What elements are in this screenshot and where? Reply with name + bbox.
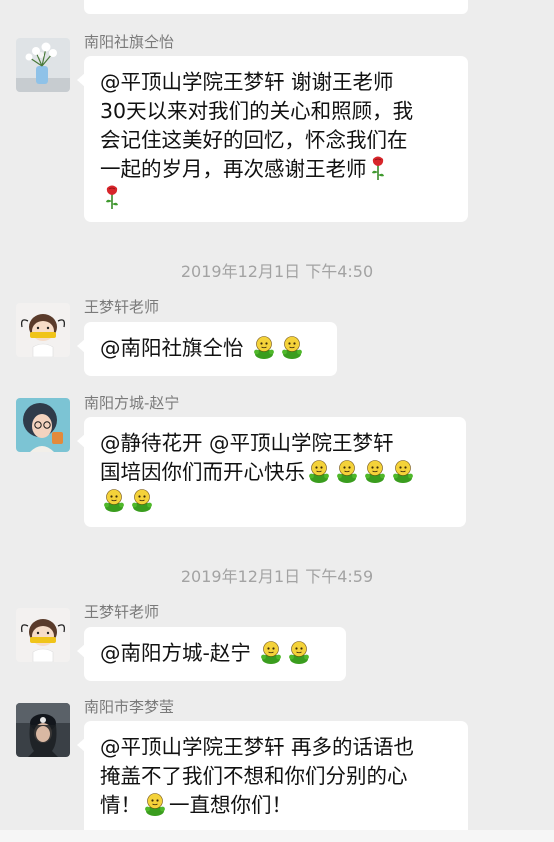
avatar-wang-mengxuan[interactable] bbox=[16, 608, 70, 662]
green-doll-emoji-icon bbox=[281, 335, 303, 359]
message-text-line: 掩盖不了我们不想和你们分别的心 bbox=[100, 764, 408, 788]
flower-vase-avatar-icon bbox=[16, 38, 70, 92]
previous-message-bubble-edge bbox=[84, 0, 468, 14]
sender-name: 王梦轩老师 bbox=[84, 298, 160, 316]
avatar-sheqi-tongyi[interactable] bbox=[16, 38, 70, 92]
green-doll-emoji-icon bbox=[364, 459, 386, 483]
avatar-fangcheng-zhaoning[interactable] bbox=[16, 398, 70, 452]
timestamp: 2019年12月1日 下午4:59 bbox=[180, 567, 374, 586]
photo-person-cap-avatar-icon bbox=[16, 703, 70, 757]
sender-name: 南阳方城-赵宁 bbox=[84, 394, 180, 412]
message-bubble[interactable]: @静待花开 @平顶山学院王梦轩 国培因你们而开心快乐 bbox=[77, 417, 466, 527]
message-text-line: 情！ bbox=[100, 793, 141, 817]
green-doll-emoji-icon bbox=[392, 459, 414, 483]
message-text-line: 一起的岁月，再次感谢王老师 bbox=[100, 157, 367, 181]
illustrated-woman-avatar-icon bbox=[16, 398, 70, 452]
green-doll-emoji-icon bbox=[253, 335, 275, 359]
sender-name: 王梦轩老师 bbox=[84, 603, 160, 621]
green-doll-emoji-icon bbox=[288, 640, 310, 664]
message-text-line: @南阳方城-赵宁 bbox=[100, 641, 251, 665]
message-text-line: @静待花开 @平顶山学院王梦轩 bbox=[100, 431, 394, 455]
green-doll-emoji-icon bbox=[336, 459, 358, 483]
message-bubble[interactable]: @南阳社旗仝怡 bbox=[77, 322, 337, 376]
avatar-wang-mengxuan[interactable] bbox=[16, 303, 70, 357]
message-text-line: @南阳社旗仝怡 bbox=[100, 336, 244, 360]
sender-name: 南阳市李梦莹 bbox=[84, 698, 175, 716]
green-doll-emoji-icon bbox=[103, 488, 125, 512]
cartoon-girl-avatar-icon bbox=[16, 303, 70, 357]
rose-emoji-icon bbox=[370, 155, 386, 181]
rose-emoji-icon bbox=[104, 184, 120, 210]
message-text-line: 30天以来对我们的关心和照顾，我 bbox=[100, 99, 414, 123]
message-text-line: 国培因你们而开心快乐 bbox=[100, 460, 305, 484]
sender-name: 南阳社旗仝怡 bbox=[84, 33, 175, 51]
input-bar-edge bbox=[0, 830, 554, 842]
message-bubble[interactable]: @平顶山学院王梦轩 再多的话语也 掩盖不了我们不想和你们分别的心 情！ 一直想你们… bbox=[77, 721, 468, 842]
message-bubble[interactable]: @平顶山学院王梦轩 谢谢王老师 30天以来对我们的关心和照顾，我 会记住这美好的… bbox=[77, 56, 468, 222]
timestamp: 2019年12月1日 下午4:50 bbox=[180, 262, 374, 281]
green-doll-emoji-icon bbox=[308, 459, 330, 483]
cartoon-girl-avatar-icon bbox=[16, 608, 70, 662]
avatar-li-mengying[interactable] bbox=[16, 703, 70, 757]
green-doll-emoji-icon bbox=[144, 792, 166, 816]
green-doll-emoji-icon bbox=[260, 640, 282, 664]
message-text-line: 一直想你们！ bbox=[169, 793, 292, 817]
message-text-line: 会记住这美好的回忆，怀念我们在 bbox=[100, 128, 408, 152]
green-doll-emoji-icon bbox=[131, 488, 153, 512]
message-bubble[interactable]: @南阳方城-赵宁 bbox=[77, 627, 346, 681]
message-text-line: @平顶山学院王梦轩 谢谢王老师 bbox=[100, 70, 394, 94]
message-text-line: @平顶山学院王梦轩 再多的话语也 bbox=[100, 735, 415, 759]
